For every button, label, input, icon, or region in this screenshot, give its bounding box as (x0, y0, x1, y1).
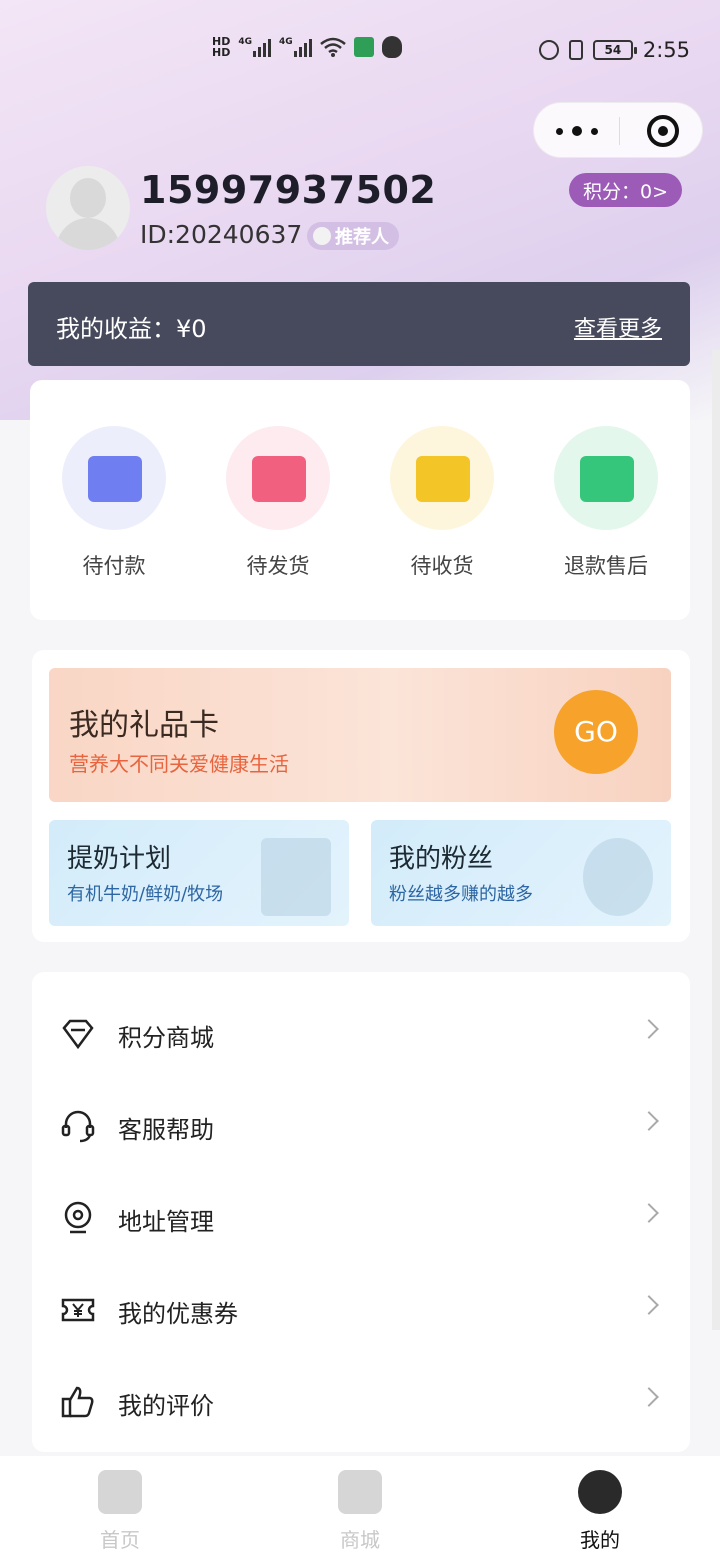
more-dots-icon[interactable] (556, 121, 598, 141)
qq-icon (381, 36, 402, 58)
hd-indicator: HD HD (212, 35, 231, 59)
avatar[interactable] (46, 166, 130, 250)
order-pending-shipment[interactable]: 待发货 (218, 426, 338, 580)
tab-home[interactable]: 首页 (70, 1470, 170, 1553)
heart-icon (583, 838, 653, 916)
location-icon (64, 1201, 92, 1234)
scrollbar[interactable] (712, 350, 720, 1330)
promo-card: 我的礼品卡 营养大不同关爱健康生活 GO 提奶计划 有机牛奶/鲜奶/牧场 我的粉… (32, 650, 690, 942)
menu-item-points-mall[interactable]: 积分商城 (32, 988, 690, 1080)
tab-profile[interactable]: 我的 (550, 1470, 650, 1553)
vibrate-icon (568, 40, 583, 60)
referrer-avatar-icon (313, 227, 331, 245)
tab-shop[interactable]: 商城 (310, 1470, 410, 1553)
menu-list: 积分商城 客服帮助 地址管理 我的优惠券 我的评价 (32, 972, 690, 1452)
package-icon (416, 456, 470, 502)
menu-item-customer-service[interactable]: 客服帮助 (32, 1080, 690, 1172)
coupon-icon (61, 1298, 95, 1322)
order-pending-receipt[interactable]: 待收货 (382, 426, 502, 580)
wifi-icon (319, 37, 346, 57)
status-bar: HD HD 4G 4G 54 2:55 (0, 30, 720, 76)
orders-card: 待付款 待发货 待收货 退款售后 (30, 380, 690, 620)
diamond-icon (62, 1019, 94, 1050)
user-id: ID:20240637 (140, 220, 303, 249)
signal-icon: 4G (279, 37, 312, 57)
points-button[interactable]: 积分：0> (569, 173, 682, 207)
order-pending-payment[interactable]: 待付款 (54, 426, 174, 580)
return-icon (580, 456, 634, 502)
app-icon (353, 37, 374, 57)
menu-item-coupons[interactable]: 我的优惠券 (32, 1264, 690, 1356)
capsule-divider (619, 117, 620, 145)
user-phone: 15997937502 (140, 168, 437, 212)
gift-card-banner[interactable]: 我的礼品卡 营养大不同关爱健康生活 GO (49, 668, 671, 802)
my-fans-banner[interactable]: 我的粉丝 粉丝越多赚的越多 (371, 820, 671, 926)
battery-icon: 54 (592, 40, 637, 60)
box-icon (252, 456, 306, 502)
menu-item-reviews[interactable]: 我的评价 (32, 1356, 690, 1448)
shop-icon (338, 1470, 382, 1514)
earnings-bar: 我的收益：¥0 查看更多 (28, 282, 690, 366)
order-refund[interactable]: 退款售后 (546, 426, 666, 580)
view-more-link[interactable]: 查看更多 (574, 311, 662, 343)
milk-icon (261, 838, 331, 916)
headset-icon (61, 1110, 95, 1143)
wallet-icon (88, 456, 142, 502)
earnings-label: 我的收益：¥0 (56, 315, 207, 343)
thumbs-up-icon (61, 1386, 94, 1418)
tab-bar: 首页 商城 我的 (0, 1456, 720, 1560)
referrer-badge[interactable]: 推荐人 (307, 222, 399, 250)
gift-card-title: 我的礼品卡 (69, 708, 219, 743)
alarm-icon (538, 40, 559, 60)
signal-icon: 4G (238, 37, 271, 57)
menu-item-address[interactable]: 地址管理 (32, 1172, 690, 1264)
chevron-right-icon (639, 1019, 659, 1039)
target-close-icon[interactable] (647, 115, 679, 147)
gift-card-subtitle: 营养大不同关爱健康生活 (69, 752, 289, 776)
clock: 2:55 (642, 38, 690, 62)
chevron-right-icon (639, 1203, 659, 1223)
milk-plan-banner[interactable]: 提奶计划 有机牛奶/鲜奶/牧场 (49, 820, 349, 926)
miniprogram-capsule (533, 102, 703, 158)
chevron-right-icon (639, 1387, 659, 1407)
profile-icon (578, 1470, 622, 1514)
chevron-right-icon (639, 1295, 659, 1315)
chevron-right-icon (639, 1111, 659, 1131)
go-button[interactable]: GO (554, 690, 638, 774)
home-icon (98, 1470, 142, 1514)
